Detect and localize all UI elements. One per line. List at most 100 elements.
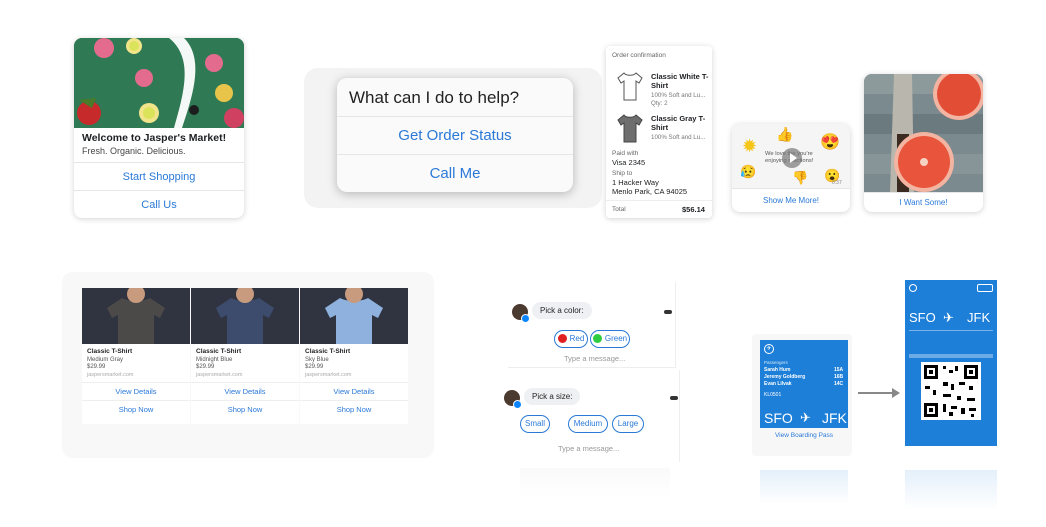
passenger-2: Jeremy Goldberg <box>764 374 806 380</box>
green-swatch-icon <box>592 334 602 343</box>
i-want-some-button[interactable]: I Want Some! <box>864 192 983 212</box>
play-button[interactable] <box>782 148 802 168</box>
white-tshirt-icon <box>617 72 643 101</box>
reflection <box>905 470 997 510</box>
airplane-icon: ✈ <box>943 310 954 325</box>
thumbs-up-icon: 👍 <box>776 126 794 142</box>
seat-1: 15A <box>834 367 844 373</box>
size-option-medium[interactable]: Medium <box>568 415 608 433</box>
thumbs-down-icon: 👎 <box>792 170 809 185</box>
boarding-pass-detail: SFO ✈ JFK <box>905 280 997 446</box>
product-photo <box>82 288 190 344</box>
item1-name: Classic White T-Shirt <box>651 72 709 90</box>
product-color: Medium Gray <box>87 357 124 363</box>
help-question: What can I do to help? <box>349 88 520 107</box>
size-prompt-bubble: Pick a size: <box>524 388 581 405</box>
boarding-pass-card: ✈ Passengers Sarah Hum Jeremy Goldberg E… <box>760 340 848 428</box>
video-time: 0:37 <box>832 180 842 186</box>
arrow-head-icon <box>892 388 900 398</box>
color-option-red[interactable]: Red <box>554 330 588 348</box>
bot-avatar <box>504 390 522 409</box>
total-value: $56.14 <box>682 205 705 214</box>
size-option-small[interactable]: Small <box>520 415 550 433</box>
show-me-more-button[interactable]: Show Me More! <box>732 188 850 212</box>
size-chat-panel: Pick a size: Small Medium Large Type a m… <box>500 370 680 462</box>
receipt-card: Order confirmation Classic White T-Shirt… <box>606 46 712 218</box>
product-card-sky-blue: Classic T-Shirt Sky Blue $29.99 jaspersm… <box>300 288 408 424</box>
shop-now-button[interactable]: Shop Now <box>82 400 190 418</box>
product-name: Classic T-Shirt <box>305 348 351 355</box>
item2-desc: 100% Soft and Lu... <box>651 134 706 141</box>
call-me-button[interactable]: Call Me <box>337 154 573 192</box>
reflection <box>520 468 670 498</box>
product-domain: jaspersmarket.com <box>305 372 352 378</box>
hat-icon <box>670 396 678 400</box>
product-price: $29.99 <box>305 364 324 370</box>
arrow-icon <box>858 392 894 394</box>
size-option-large[interactable]: Large <box>612 415 644 433</box>
destination-code: JFK <box>822 410 847 426</box>
item1-desc: 100% Soft and Lu... <box>651 92 706 99</box>
airline-logo-icon <box>909 284 917 292</box>
origin-code: SFO <box>909 310 936 325</box>
address-line-1: 1 Hacker Way <box>612 178 659 187</box>
sad-emoji-icon: 😥 <box>740 164 757 179</box>
origin-code: SFO <box>764 410 793 426</box>
product-color: Midnight Blue <box>196 357 233 363</box>
start-shopping-button[interactable]: Start Shopping <box>74 162 244 190</box>
color-message-input[interactable]: Type a message... <box>564 354 625 363</box>
ship-to-label: Ship to <box>612 170 633 177</box>
gray-tshirt-icon <box>617 114 643 143</box>
receipt-divider <box>606 200 712 201</box>
hat-icon <box>664 310 672 314</box>
color-option-green[interactable]: Green <box>590 330 630 348</box>
red-swatch-icon <box>557 334 567 343</box>
info-divider <box>909 354 993 358</box>
size-message-input[interactable]: Type a message... <box>558 444 619 453</box>
qr-code-image <box>921 362 981 420</box>
product-photo <box>300 288 408 344</box>
flight-number: KL0501 <box>764 392 782 398</box>
menu-badge-icon <box>977 284 993 292</box>
welcome-title: Welcome to Jasper's Market! <box>82 132 227 144</box>
item2-name: Classic Gray T-Shirt <box>651 114 706 132</box>
product-card-medium-gray: Classic T-Shirt Medium Gray $29.99 jaspe… <box>82 288 190 424</box>
welcome-subtitle: Fresh. Organic. Delicious. <box>82 146 186 156</box>
welcome-card: Welcome to Jasper's Market! Fresh. Organ… <box>74 38 244 218</box>
airplane-icon: ✈ <box>800 410 811 425</box>
product-color: Sky Blue <box>305 357 329 363</box>
product-domain: jaspersmarket.com <box>87 372 134 378</box>
flight-info-row <box>909 330 993 352</box>
view-details-button[interactable]: View Details <box>82 382 190 400</box>
airline-logo-icon: ✈ <box>764 344 774 354</box>
market-hero-image <box>74 38 244 128</box>
heart-eyes-icon: 😍 <box>820 134 840 151</box>
receipt-header: Order confirmation <box>612 52 666 59</box>
grapefruit-card: I Want Some! <box>864 74 983 212</box>
bot-avatar <box>512 304 530 323</box>
call-us-button[interactable]: Call Us <box>74 190 244 218</box>
product-price: $29.99 <box>196 364 215 370</box>
product-name: Classic T-Shirt <box>87 348 133 355</box>
get-order-status-button[interactable]: Get Order Status <box>337 116 573 154</box>
paid-with-value: Visa 2345 <box>612 158 646 167</box>
product-domain: jaspersmarket.com <box>196 372 243 378</box>
shop-now-button[interactable]: Shop Now <box>191 400 299 418</box>
total-label: Total <box>612 206 626 213</box>
view-boarding-pass-button[interactable]: View Boarding Pass <box>760 432 848 439</box>
view-details-button[interactable]: View Details <box>300 382 408 400</box>
seat-3: 14C <box>834 381 844 387</box>
passengers-label: Passengers <box>764 360 788 365</box>
reflection <box>760 470 848 504</box>
passenger-3: Evan Lilvak <box>764 381 792 387</box>
product-photo <box>191 288 299 344</box>
quick-help-card: What can I do to help? Get Order Status … <box>337 78 573 192</box>
seat-2: 16B <box>834 374 844 380</box>
grapefruit-image <box>864 74 983 192</box>
item1-qty: Qty: 2 <box>651 100 668 107</box>
view-details-button[interactable]: View Details <box>191 382 299 400</box>
reactions-video[interactable]: ✹ 👍 😍 😥 👎 😮 We love the you're enjoying … <box>732 124 850 188</box>
shop-now-button[interactable]: Shop Now <box>300 400 408 418</box>
color-prompt-bubble: Pick a color: <box>532 302 592 319</box>
address-line-2: Menlo Park, CA 94025 <box>612 187 688 196</box>
